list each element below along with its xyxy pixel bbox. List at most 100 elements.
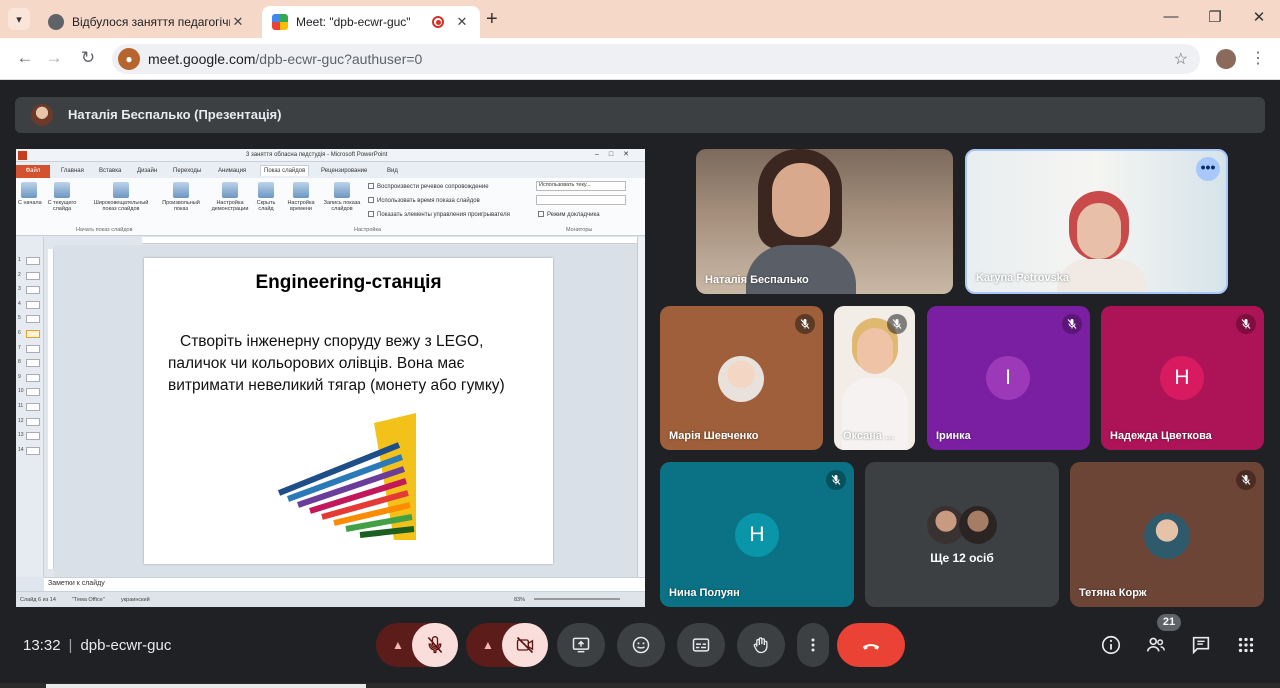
close-tab-icon[interactable]: ✕ [230,14,246,30]
camera-off-icon [516,636,534,654]
ppt-ribbon-button[interactable]: Настройка демонстрации [210,182,250,212]
muted-mic-icon [826,470,846,490]
ppt-tab[interactable]: Дизайн [137,168,157,174]
ppt-file-tab[interactable]: Файл [16,165,50,178]
browser-tab-1[interactable]: Відбулося заняття педагогічно ✕ [38,6,256,38]
ppt-slide-thumbnail[interactable]: 13 [18,432,42,441]
camera-toggle-button[interactable] [502,623,548,667]
ppt-monitor-select[interactable]: Использовать теку... [536,181,626,191]
ppt-ribbon-button[interactable]: С начала [18,182,42,206]
os-taskbar [0,683,1280,688]
close-tab-icon[interactable]: ✕ [454,14,470,30]
raise-hand-button[interactable] [737,623,785,667]
ppt-checkbox[interactable]: Воспроизвести речевое сопровождение [368,183,489,190]
recording-icon [432,16,444,28]
close-window-icon[interactable]: ✕ [1248,8,1270,26]
hang-up-icon [862,644,880,650]
ppt-slide-thumbnail[interactable]: 7 [18,344,42,353]
video-settings-caret-icon[interactable]: ▲ [470,623,506,667]
muted-mic-icon [887,314,907,334]
participant-tile-natalia[interactable]: Наталія Беспалько [696,149,953,294]
browser-menu-icon[interactable]: ⋮ [1250,48,1266,68]
ppt-tab[interactable]: Вставка [99,168,121,174]
mic-off-icon [427,636,443,654]
ppt-scrollbar[interactable] [637,237,645,577]
ppt-slide-thumbnail[interactable]: 2 [18,271,42,280]
mic-toggle-button[interactable] [412,623,458,667]
browser-tab-2[interactable]: Meet: "dpb-ecwr-guc" ✕ [262,6,480,38]
ppt-tab[interactable]: Главная [61,168,84,174]
microphone-active-icon[interactable]: ● [118,48,140,70]
participant-name: Тетяна Корж [1079,587,1147,599]
ppt-zoom-level: 83% [514,597,526,603]
ppt-ribbon-button[interactable]: Скрыть слайд [254,182,278,212]
people-button[interactable] [1144,633,1168,657]
camera-control-group: ▲ [466,623,548,667]
new-tab-button[interactable]: + [486,8,498,31]
ppt-tab[interactable]: Вид [387,168,398,174]
avatar: Н [1160,356,1204,400]
bookmark-star-icon[interactable]: ☆ [1174,49,1188,69]
ppt-tab[interactable]: Анимация [218,168,246,174]
participant-tile-nadezhda[interactable]: Н Надежда Цветкова [1101,306,1264,450]
chat-button[interactable] [1189,633,1213,657]
ppt-slide-thumbnail[interactable]: 9 [18,373,42,382]
reload-icon[interactable]: ↻ [77,48,99,68]
back-icon[interactable]: ← [14,48,36,68]
meeting-details-button[interactable] [1099,633,1123,657]
ppt-ribbon-button[interactable]: Запись показа слайдов [320,182,364,212]
ppt-checkbox[interactable]: Показать элементы управления проигрывате… [368,211,510,218]
ppt-slide-thumbnail[interactable]: 5 [18,315,42,324]
ppt-ribbon-button[interactable]: Настройка времени [284,182,318,212]
meeting-info: 13:32 | dpb-ecwr-guc [23,637,172,654]
ppt-slide-thumbnail[interactable]: 14 [18,446,42,455]
minimize-icon[interactable]: — [1160,8,1182,25]
globe-icon [48,14,64,30]
ppt-ribbon-button[interactable]: С текущего слайда [44,182,80,212]
activities-button[interactable] [1234,633,1258,657]
ppt-slide-thumbnail[interactable]: 8 [18,359,42,368]
profile-avatar[interactable] [1216,49,1236,69]
ppt-tab[interactable]: Рецензирование [321,168,367,174]
ppt-slide-thumbnail[interactable]: 12 [18,417,42,426]
audio-settings-caret-icon[interactable]: ▲ [380,623,416,667]
restore-icon[interactable]: ❐ [1204,8,1226,26]
ppt-slide-thumbnail[interactable]: 11 [18,403,42,411]
ppt-zoom-slider[interactable] [534,598,620,600]
participant-tile-irynka[interactable]: І Іринка [927,306,1090,450]
participant-tile-maria[interactable]: Марія Шевченко [660,306,823,450]
participant-tile-oksana[interactable]: Оксана ... [834,306,915,450]
tab-search-button[interactable]: ▾ [8,8,30,30]
end-call-button[interactable] [837,623,905,667]
ppt-ribbon-button[interactable]: Произвольный показ [156,182,206,212]
meet-stage: Наталія Беспалько (Презентація) 3 занятт… [0,81,1280,688]
muted-mic-icon [1236,470,1256,490]
reactions-button[interactable] [617,623,665,667]
ppt-slide-thumbnail[interactable]: 1 [18,257,42,265]
ppt-slide-thumbnail[interactable]: 4 [18,300,42,309]
colored-pencils-image [277,413,416,540]
more-options-button[interactable] [797,623,829,667]
participant-tile-nina[interactable]: Н Нина Полуян [660,462,854,607]
emoji-icon [632,636,650,654]
others-tile[interactable]: Ще 12 осіб [865,462,1059,607]
captions-button[interactable] [677,623,725,667]
ppt-slide-thumbnail[interactable]: 3 [18,286,42,295]
forward-icon[interactable]: → [43,48,65,68]
ppt-ribbon-button[interactable]: Широковещательный показ слайдов [86,182,156,212]
ppt-tab-active[interactable]: Показ слайдов [260,165,310,176]
present-screen-button[interactable] [557,623,605,667]
ppt-slide-thumbnail[interactable]: 6 [18,330,42,338]
participant-tile-karyna[interactable]: ••• Karyna Petrovska [965,149,1228,294]
ppt-vertical-ruler [48,249,54,569]
ppt-checkbox[interactable]: Использовать время показа слайдов [368,197,480,204]
more-options-icon[interactable]: ••• [1196,157,1220,181]
shared-screen: 3 заняття обласна педстудія - Microsoft … [16,149,645,607]
participant-tile-tetiana[interactable]: Тетяна Корж [1070,462,1264,607]
ppt-tab[interactable]: Переходы [173,168,201,174]
ppt-notes-field[interactable]: Заметки к слайду [44,577,645,591]
ppt-resolution-select[interactable] [536,195,626,205]
address-bar[interactable]: ● meet.google.com/dpb-ecwr-guc?authuser=… [112,44,1200,74]
ppt-presenter-view-checkbox[interactable]: Режим докладчика [538,211,600,218]
ppt-slide-thumbnail[interactable]: 10 [18,388,42,397]
